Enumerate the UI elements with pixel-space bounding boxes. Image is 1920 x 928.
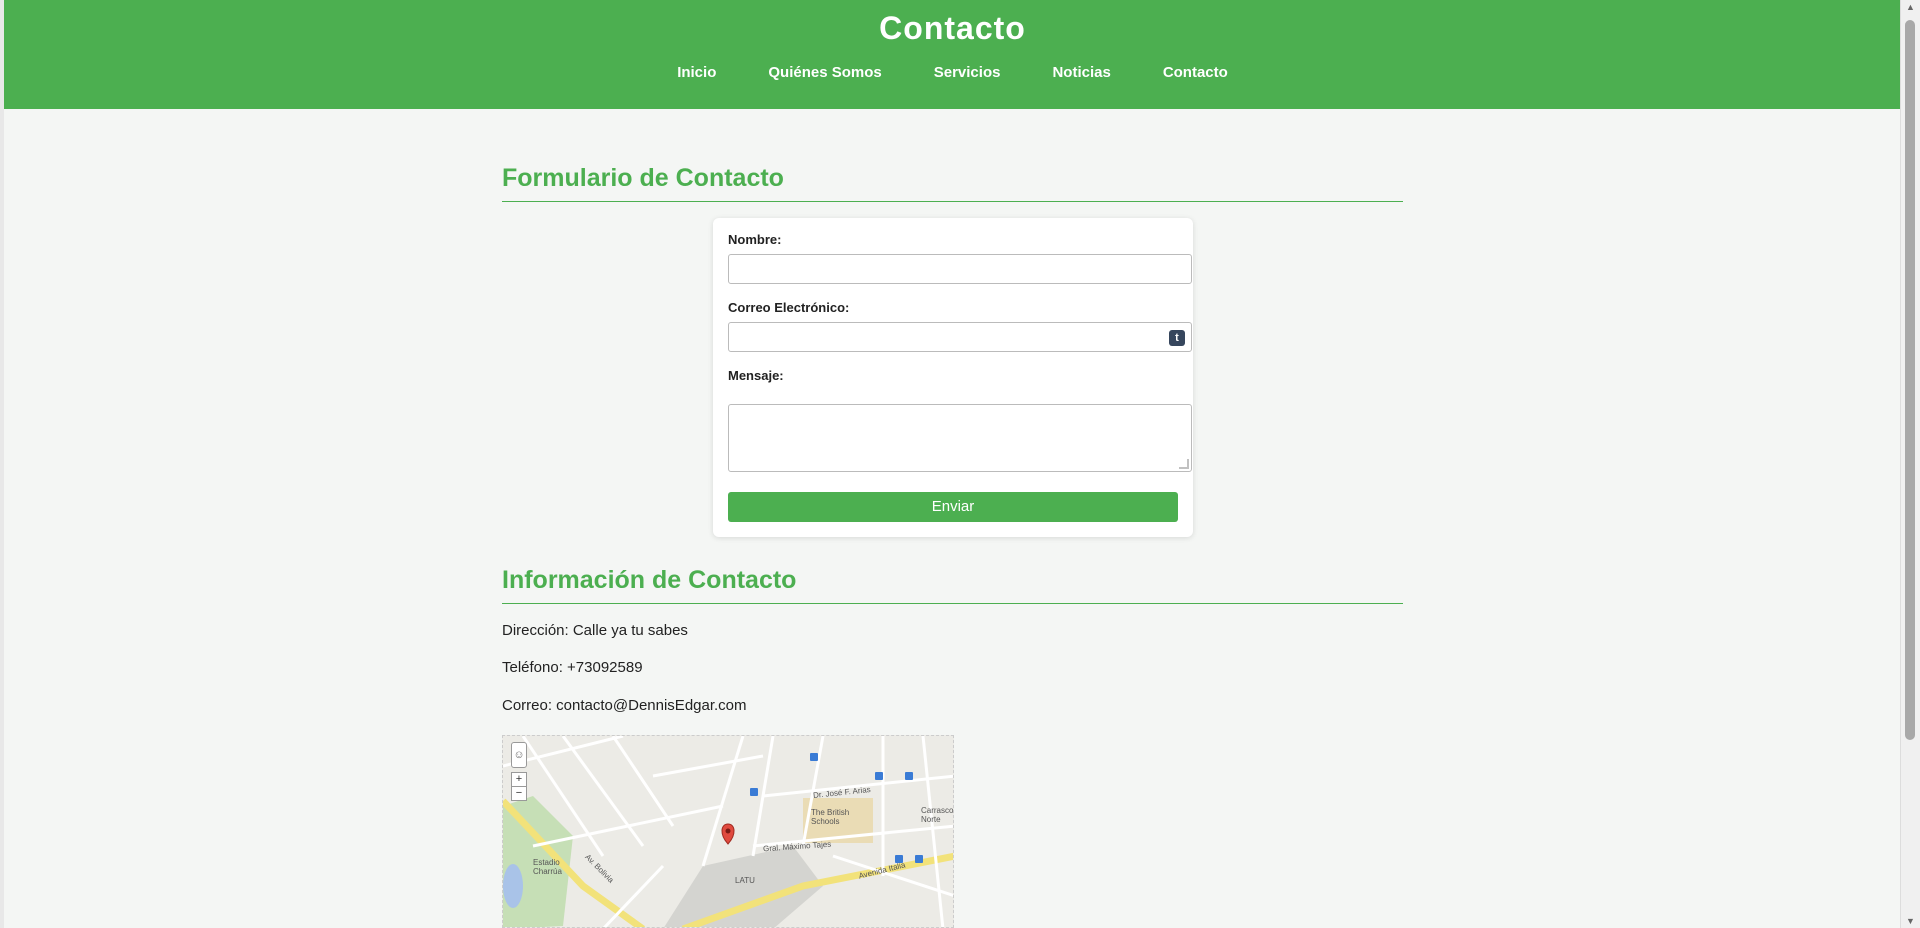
nav-link-quienes-somos[interactable]: Quiénes Somos	[768, 64, 881, 81]
scroll-up-icon[interactable]: ▲	[1901, 0, 1920, 14]
address-text: Dirección: Calle ya tu sabes	[502, 622, 688, 639]
name-label: Nombre:	[728, 232, 782, 247]
info-section-title: Información de Contacto	[502, 566, 1403, 604]
main-nav: Inicio Quiénes Somos Servicios Noticias …	[4, 64, 1901, 81]
page-scrollbar[interactable]: ▲ ▼	[1900, 0, 1920, 928]
scroll-down-icon[interactable]: ▼	[1901, 914, 1920, 928]
message-label: Mensaje:	[728, 368, 784, 383]
email-input[interactable]: t	[728, 322, 1192, 352]
map-label-estadio: Estadio Charrúa	[533, 858, 562, 876]
map-water	[503, 864, 523, 908]
zoom-out-button[interactable]: −	[511, 786, 527, 801]
form-section-title: Formulario de Contacto	[502, 164, 1403, 202]
nav-link-noticias[interactable]: Noticias	[1052, 64, 1110, 81]
submit-button[interactable]: Enviar	[728, 492, 1178, 522]
map-graphic	[503, 736, 953, 927]
nav-link-contacto[interactable]: Contacto	[1163, 64, 1228, 81]
embedded-map[interactable]: ☺ + − The British Schools Estadio Charrú…	[502, 735, 954, 928]
map-label-carrasco-norte: Carrasco Norte	[921, 806, 954, 824]
site-header: Contacto Inicio Quiénes Somos Servicios …	[4, 0, 1901, 109]
map-label-latu: LATU	[735, 876, 755, 885]
phone-text: Teléfono: +73092589	[502, 659, 643, 676]
map-location-pin	[721, 823, 735, 845]
message-textarea[interactable]	[728, 404, 1192, 472]
scrollbar-thumb[interactable]	[1905, 20, 1915, 740]
autofill-badge-icon[interactable]: t	[1169, 330, 1185, 346]
street-view-icon[interactable]: ☺	[511, 742, 527, 768]
email-label: Correo Electrónico:	[728, 300, 850, 315]
nav-link-servicios[interactable]: Servicios	[934, 64, 1001, 81]
resize-handle-icon[interactable]	[1179, 459, 1189, 469]
name-input[interactable]	[728, 254, 1192, 284]
window-frame	[0, 0, 4, 928]
page-title: Contacto	[879, 10, 1026, 46]
contact-form: Nombre: Correo Electrónico: t Mensaje: E…	[713, 218, 1193, 537]
email-text: Correo: contacto@DennisEdgar.com	[502, 697, 747, 714]
zoom-in-button[interactable]: +	[511, 772, 527, 787]
map-label-british-schools: The British Schools	[811, 808, 850, 826]
nav-link-inicio[interactable]: Inicio	[677, 64, 716, 81]
